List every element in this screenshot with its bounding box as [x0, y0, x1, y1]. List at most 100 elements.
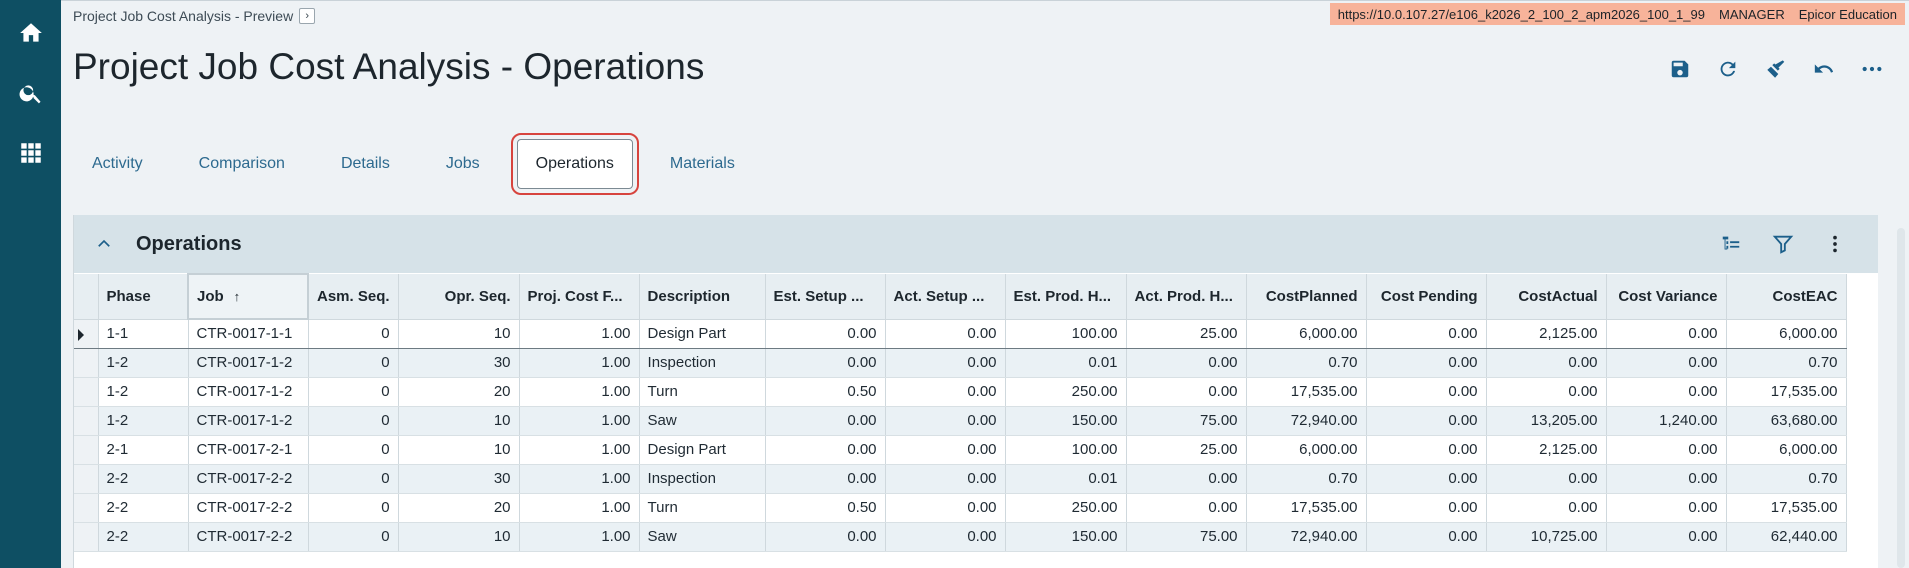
- table-cell[interactable]: 0: [308, 348, 399, 378]
- table-cell[interactable]: Inspection: [639, 464, 766, 494]
- table-cell[interactable]: CTR-0017-2-2: [188, 522, 309, 552]
- column-header[interactable]: Proj. Cost F...: [519, 274, 640, 320]
- table-cell[interactable]: 10: [398, 318, 520, 349]
- table-cell[interactable]: 0.00: [765, 522, 886, 552]
- table-cell[interactable]: 0.00: [765, 318, 886, 349]
- row-selector[interactable]: [74, 435, 99, 465]
- row-selector[interactable]: [74, 348, 99, 378]
- table-cell[interactable]: 0.00: [885, 464, 1006, 494]
- table-cell[interactable]: 75.00: [1126, 522, 1247, 552]
- row-selector[interactable]: [74, 493, 99, 523]
- table-cell[interactable]: 100.00: [1005, 435, 1127, 465]
- table-cell[interactable]: 0.01: [1005, 464, 1127, 494]
- table-cell[interactable]: 0: [308, 522, 399, 552]
- table-cell[interactable]: 20: [398, 493, 520, 523]
- table-cell[interactable]: 0.00: [1366, 377, 1487, 407]
- table-cell[interactable]: 1.00: [519, 377, 640, 407]
- table-cell[interactable]: 0: [308, 406, 399, 436]
- table-cell[interactable]: 1.00: [519, 464, 640, 494]
- table-cell[interactable]: CTR-0017-1-2: [188, 377, 309, 407]
- table-cell[interactable]: 0.00: [1606, 522, 1727, 552]
- vertical-scrollbar[interactable]: [1897, 228, 1905, 568]
- column-header[interactable]: CostActual: [1486, 274, 1607, 320]
- table-cell[interactable]: Saw: [639, 522, 766, 552]
- table-cell[interactable]: 0.00: [1366, 522, 1487, 552]
- column-header[interactable]: Cost Variance: [1606, 274, 1727, 320]
- column-header[interactable]: Asm. Seq.: [308, 274, 399, 320]
- column-header[interactable]: CostPlanned: [1246, 274, 1367, 320]
- table-cell[interactable]: 0.00: [1126, 493, 1247, 523]
- column-header[interactable]: Opr. Seq.: [398, 274, 520, 320]
- table-cell[interactable]: 0: [308, 493, 399, 523]
- table-cell[interactable]: 0.00: [885, 406, 1006, 436]
- column-header[interactable]: Act. Prod. H...: [1126, 274, 1247, 320]
- table-cell[interactable]: 25.00: [1126, 435, 1247, 465]
- undo-icon[interactable]: [1811, 56, 1837, 82]
- table-cell[interactable]: 0.00: [1366, 493, 1487, 523]
- apps-grid-icon[interactable]: [0, 127, 61, 179]
- table-cell[interactable]: 0.00: [1606, 348, 1727, 378]
- table-cell[interactable]: 25.00: [1126, 318, 1247, 349]
- table-cell[interactable]: 2-2: [98, 522, 189, 552]
- table-cell[interactable]: 6,000.00: [1246, 318, 1367, 349]
- table-cell[interactable]: 2,125.00: [1486, 435, 1607, 465]
- table-cell[interactable]: 0.70: [1246, 464, 1367, 494]
- table-cell[interactable]: Saw: [639, 406, 766, 436]
- tab-jobs[interactable]: Jobs: [427, 139, 499, 189]
- table-cell[interactable]: 0.00: [1486, 348, 1607, 378]
- search-icon[interactable]: [0, 67, 61, 119]
- table-cell[interactable]: 0.00: [885, 318, 1006, 349]
- table-cell[interactable]: 1-2: [98, 377, 189, 407]
- table-cell[interactable]: 0.00: [885, 348, 1006, 378]
- table-cell[interactable]: 6,000.00: [1726, 435, 1847, 465]
- table-cell[interactable]: 0.70: [1246, 348, 1367, 378]
- table-cell[interactable]: Inspection: [639, 348, 766, 378]
- table-cell[interactable]: 10: [398, 435, 520, 465]
- table-cell[interactable]: 75.00: [1126, 406, 1247, 436]
- table-cell[interactable]: 0.50: [765, 377, 886, 407]
- table-cell[interactable]: 6,000.00: [1246, 435, 1367, 465]
- row-selector[interactable]: [74, 522, 99, 552]
- table-cell[interactable]: 0.00: [765, 348, 886, 378]
- table-cell[interactable]: 17,535.00: [1726, 377, 1847, 407]
- table-cell[interactable]: 10: [398, 522, 520, 552]
- table-cell[interactable]: 0.00: [1366, 318, 1487, 349]
- refresh-icon[interactable]: [1715, 56, 1741, 82]
- table-cell[interactable]: 0.00: [1126, 464, 1247, 494]
- table-cell[interactable]: 150.00: [1005, 522, 1127, 552]
- table-cell[interactable]: 10: [398, 406, 520, 436]
- breadcrumb-text[interactable]: Project Job Cost Analysis - Preview: [73, 8, 293, 24]
- table-cell[interactable]: 62,440.00: [1726, 522, 1847, 552]
- tab-activity[interactable]: Activity: [73, 139, 162, 189]
- table-cell[interactable]: 0.00: [885, 493, 1006, 523]
- table-cell[interactable]: 0: [308, 318, 399, 349]
- table-cell[interactable]: 1.00: [519, 493, 640, 523]
- table-cell[interactable]: 1.00: [519, 348, 640, 378]
- table-cell[interactable]: CTR-0017-2-2: [188, 493, 309, 523]
- row-selector[interactable]: [74, 406, 99, 436]
- table-row[interactable]: 1-1 CTR-0017-1-1 0 10 1.00 Design Part 0.00 0.0…: [74, 318, 1847, 349]
- tree-view-icon[interactable]: [1718, 231, 1744, 257]
- table-cell[interactable]: 2-2: [98, 464, 189, 494]
- table-cell[interactable]: 0.00: [1606, 464, 1727, 494]
- more-icon[interactable]: [1859, 56, 1885, 82]
- table-cell[interactable]: 1-2: [98, 406, 189, 436]
- table-cell[interactable]: 250.00: [1005, 377, 1127, 407]
- table-cell[interactable]: CTR-0017-1-1: [188, 318, 309, 349]
- table-cell[interactable]: CTR-0017-1-2: [188, 348, 309, 378]
- table-cell[interactable]: 250.00: [1005, 493, 1127, 523]
- table-cell[interactable]: 0.00: [1366, 406, 1487, 436]
- sort-ascending-icon[interactable]: ↑: [234, 289, 241, 304]
- table-cell[interactable]: 17,535.00: [1246, 493, 1367, 523]
- column-header[interactable]: Cost Pending: [1366, 274, 1487, 320]
- table-cell[interactable]: 20: [398, 377, 520, 407]
- save-icon[interactable]: [1667, 56, 1693, 82]
- table-cell[interactable]: 2-1: [98, 435, 189, 465]
- column-header[interactable]: CostEAC: [1726, 274, 1847, 320]
- table-cell[interactable]: 6,000.00: [1726, 318, 1847, 349]
- table-cell[interactable]: 30: [398, 348, 520, 378]
- table-cell[interactable]: 0.00: [1486, 493, 1607, 523]
- table-row[interactable]: 2-2 CTR-0017-2-2 0 10 1.00 Saw 0.00 0.00 150.00 7…: [74, 522, 1847, 552]
- table-cell[interactable]: 0.70: [1726, 464, 1847, 494]
- table-row[interactable]: 1-2 CTR-0017-1-2 0 20 1.00 Turn 0.50 0.00 250.00…: [74, 377, 1847, 407]
